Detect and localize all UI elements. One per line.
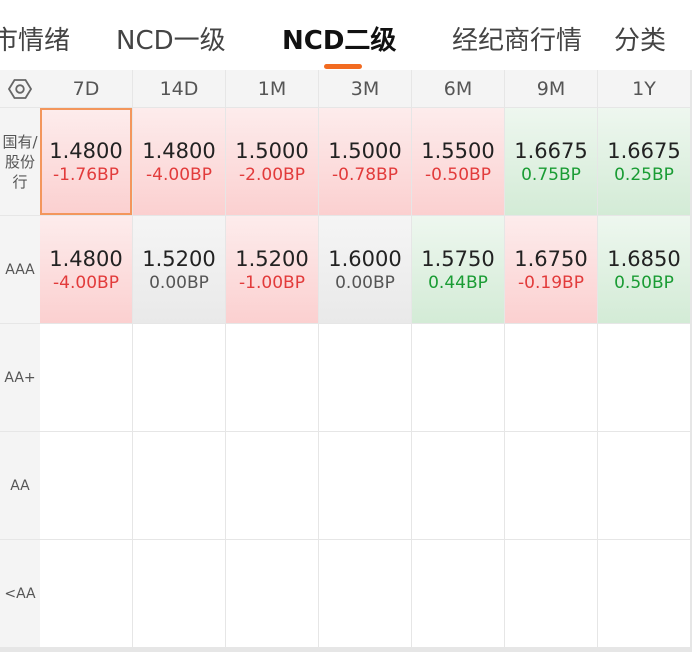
yield-cell[interactable]: 1.4800 -4.00BP <box>40 216 132 323</box>
empty-cell <box>598 324 690 431</box>
yield-cell[interactable]: 1.6675 0.25BP <box>598 108 690 215</box>
empty-cell <box>319 324 411 431</box>
row-label: <AA <box>0 540 40 647</box>
empty-cell <box>598 432 690 539</box>
active-tab-indicator <box>324 64 362 69</box>
yield-cell[interactable]: 1.5200 0.00BP <box>133 216 225 323</box>
empty-cell <box>226 432 318 539</box>
yield-change: -0.50BP <box>425 164 491 185</box>
settings-button[interactable] <box>0 70 40 107</box>
yield-value: 1.5200 <box>235 246 309 271</box>
yield-change: 0.25BP <box>614 164 674 185</box>
row-label: AA <box>0 432 40 539</box>
empty-cell <box>598 540 690 647</box>
yield-cell[interactable]: 1.6750 -0.19BP <box>505 216 597 323</box>
column-header-1m[interactable]: 1M <box>226 70 318 107</box>
tab-market-sentiment[interactable]: 市情绪 <box>0 24 70 58</box>
empty-cell <box>40 324 132 431</box>
empty-cell <box>412 540 504 647</box>
tab-ncd-primary[interactable]: NCD一级 <box>116 24 226 58</box>
yield-value: 1.6675 <box>514 138 588 163</box>
yield-cell[interactable]: 1.4800 -1.76BP <box>40 108 132 215</box>
hexagon-settings-icon <box>8 78 32 99</box>
empty-cell <box>505 324 597 431</box>
yield-value: 1.6675 <box>607 138 681 163</box>
empty-cell <box>505 540 597 647</box>
yield-value: 1.6000 <box>328 246 402 271</box>
row-label: AAA <box>0 216 40 323</box>
yield-value: 1.4800 <box>49 138 123 163</box>
yield-value: 1.5200 <box>142 246 216 271</box>
row-label: AA+ <box>0 324 40 431</box>
yield-value: 1.5750 <box>421 246 495 271</box>
empty-cell <box>226 540 318 647</box>
column-header-14d[interactable]: 14D <box>133 70 225 107</box>
yield-cell[interactable]: 1.5200 -1.00BP <box>226 216 318 323</box>
yield-change: 0.44BP <box>428 272 488 293</box>
category-tab-bar: 市情绪 NCD一级 NCD二级 经纪商行情 分类 <box>0 0 692 70</box>
yield-change: -0.19BP <box>518 272 584 293</box>
yield-change: 0.75BP <box>521 164 581 185</box>
empty-cell <box>412 432 504 539</box>
yield-cell[interactable]: 1.5000 -2.00BP <box>226 108 318 215</box>
yield-value: 1.6850 <box>607 246 681 271</box>
yield-change: -0.78BP <box>332 164 398 185</box>
empty-cell <box>133 324 225 431</box>
yield-change: -1.00BP <box>239 272 305 293</box>
yield-cell[interactable]: 1.6675 0.75BP <box>505 108 597 215</box>
yield-value: 1.5000 <box>328 138 402 163</box>
yield-change: -4.00BP <box>53 272 119 293</box>
yield-change: 0.00BP <box>149 272 209 293</box>
tab-broker-quotes[interactable]: 经纪商行情 <box>452 24 582 58</box>
yield-value: 1.4800 <box>142 138 216 163</box>
yield-value: 1.5500 <box>421 138 495 163</box>
yield-cell[interactable]: 1.5000 -0.78BP <box>319 108 411 215</box>
yield-value: 1.6750 <box>514 246 588 271</box>
row-label: 国有/股份行 <box>0 108 40 215</box>
yield-cell[interactable]: 1.6850 0.50BP <box>598 216 690 323</box>
empty-cell <box>412 324 504 431</box>
empty-cell <box>226 324 318 431</box>
empty-cell <box>40 432 132 539</box>
tab-category[interactable]: 分类 <box>614 24 666 58</box>
yield-cell[interactable]: 1.5750 0.44BP <box>412 216 504 323</box>
yield-change: 0.00BP <box>335 272 395 293</box>
column-header-9m[interactable]: 9M <box>505 70 597 107</box>
column-header-3m[interactable]: 3M <box>319 70 411 107</box>
tab-overflow-fade <box>576 22 616 62</box>
yield-change: -4.00BP <box>146 164 212 185</box>
yield-cell[interactable]: 1.4800 -4.00BP <box>133 108 225 215</box>
column-header-1y[interactable]: 1Y <box>598 70 690 107</box>
empty-cell <box>40 540 132 647</box>
empty-cell <box>133 432 225 539</box>
yield-change: 0.50BP <box>614 272 674 293</box>
yield-value: 1.4800 <box>49 246 123 271</box>
tab-ncd-secondary[interactable]: NCD二级 <box>282 24 396 58</box>
yield-cell[interactable]: 1.6000 0.00BP <box>319 216 411 323</box>
empty-cell <box>319 540 411 647</box>
yield-change: -1.76BP <box>53 164 119 185</box>
empty-cell <box>505 432 597 539</box>
column-header-6m[interactable]: 6M <box>412 70 504 107</box>
empty-cell <box>319 432 411 539</box>
empty-cell <box>133 540 225 647</box>
ncd-yield-matrix: 7D 14D 1M 3M 6M 9M 1Y 国有/股份行 1.4800 -1.76BP 1.4800… <box>0 70 692 652</box>
yield-value: 1.5000 <box>235 138 309 163</box>
yield-change: -2.00BP <box>239 164 305 185</box>
yield-cell[interactable]: 1.5500 -0.50BP <box>412 108 504 215</box>
column-header-7d[interactable]: 7D <box>40 70 132 107</box>
